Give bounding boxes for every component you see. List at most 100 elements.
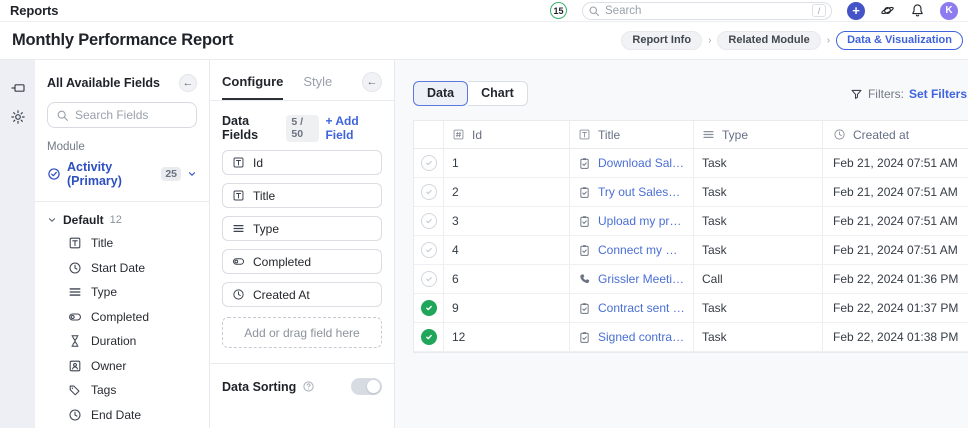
table-row[interactable]: 1 Download Salesmat... Task Feb 21, 2024… — [414, 149, 968, 178]
phone-icon — [578, 273, 591, 286]
cell-created-at: Feb 22, 2024 01:36 PM — [833, 272, 959, 286]
funnel-icon — [850, 88, 863, 101]
field-item-completed[interactable]: Completed — [47, 305, 197, 330]
breadcrumb-report-info[interactable]: Report Info — [621, 31, 703, 50]
data-field-chip-created-at[interactable]: Created At — [222, 282, 382, 307]
record-link[interactable]: Grissler Meeting — [598, 272, 685, 286]
global-search-input[interactable] — [605, 4, 807, 17]
data-table: Id Title Type Created at 1 Download Sale… — [413, 120, 968, 353]
data-field-chip-type[interactable]: Type — [222, 216, 382, 241]
field-group-default[interactable]: Default 12 — [47, 213, 197, 227]
record-link[interactable]: Try out Salesmate C... — [598, 185, 685, 199]
field-item-duration[interactable]: Duration — [47, 329, 197, 354]
table-row[interactable]: 9 Contract sent via e... Task Feb 22, 20… — [414, 294, 968, 323]
completed-check-icon[interactable] — [420, 184, 437, 200]
fields-search-input[interactable] — [75, 108, 188, 122]
clock-icon — [232, 288, 245, 301]
toggle-field-icon — [232, 255, 245, 268]
cell-created-at: Feb 22, 2024 01:37 PM — [833, 301, 959, 315]
fields-panel-title: All Available Fields — [47, 76, 161, 90]
panel-toggle-icon[interactable] — [8, 78, 28, 98]
tab-data[interactable]: Data — [413, 81, 469, 106]
cell-created-at: Feb 22, 2024 01:38 PM — [833, 330, 959, 344]
column-header[interactable]: Created at — [853, 128, 909, 142]
record-link[interactable]: Upload my profile pi... — [598, 214, 685, 228]
add-field-button[interactable]: + Add Field — [325, 114, 382, 142]
cell-type: Task — [694, 294, 823, 322]
chip-label: Type — [253, 221, 280, 236]
page-title: Monthly Performance Report — [12, 31, 234, 49]
data-sorting-label: Data Sorting — [222, 379, 297, 394]
search-icon — [588, 5, 600, 17]
global-search[interactable]: / — [582, 1, 832, 20]
table-row[interactable]: 2 Try out Salesmate C... Task Feb 21, 20… — [414, 178, 968, 207]
table-header: Id Title Type Created at — [414, 121, 968, 149]
record-link[interactable]: Signed contract due... — [598, 330, 685, 344]
collapse-configure-button[interactable]: ← — [362, 72, 382, 92]
table-row[interactable]: 6 Grissler Meeting Call Feb 22, 2024 01:… — [414, 265, 968, 294]
view-tabs: Data Chart — [413, 81, 528, 106]
list-icon — [68, 285, 82, 299]
field-item-tags[interactable]: Tags — [47, 378, 197, 403]
fields-search[interactable] — [47, 102, 197, 128]
task-icon — [578, 244, 591, 257]
field-item-end-date[interactable]: End Date — [47, 403, 197, 428]
data-field-chip-completed[interactable]: Completed — [222, 249, 382, 274]
completed-check-icon[interactable] — [420, 155, 437, 171]
completed-check-icon[interactable] — [420, 242, 437, 258]
completed-check-icon[interactable] — [420, 329, 437, 345]
breadcrumb-data-visualization[interactable]: Data & Visualization — [836, 31, 963, 50]
data-field-chip-id[interactable]: Id — [222, 150, 382, 175]
field-item-start-date[interactable]: Start Date — [47, 256, 197, 281]
collapse-panel-button[interactable]: ← — [179, 74, 197, 92]
field-label: Owner — [91, 358, 127, 373]
back-arrow-icon: ← — [182, 76, 194, 89]
cell-id: 2 — [444, 178, 570, 206]
field-item-title[interactable]: Title — [47, 231, 197, 256]
field-drop-zone[interactable]: Add or drag field here — [222, 317, 382, 348]
notification-count-badge[interactable]: 15 — [550, 2, 567, 19]
table-row[interactable]: 3 Upload my profile pi... Task Feb 21, 2… — [414, 207, 968, 236]
record-link[interactable]: Download Salesmat... — [598, 156, 685, 170]
report-title-bar: Monthly Performance Report Report Info ›… — [0, 22, 968, 60]
cell-type: Task — [694, 323, 823, 351]
data-sorting-toggle[interactable] — [351, 378, 382, 395]
field-label: Title — [91, 236, 114, 251]
completed-check-icon[interactable] — [420, 213, 437, 229]
column-header[interactable]: Type — [722, 128, 748, 142]
set-filters-link[interactable]: Set Filters — [909, 87, 967, 101]
hourglass-icon — [68, 334, 82, 348]
column-header[interactable]: Id — [472, 128, 482, 142]
completed-check-icon[interactable] — [420, 300, 437, 316]
tag-icon — [68, 383, 82, 397]
table-row[interactable]: 12 Signed contract due... Task Feb 22, 2… — [414, 323, 968, 352]
module-selector[interactable]: Activity (Primary) 25 — [47, 160, 197, 188]
field-item-owner[interactable]: Owner — [47, 354, 197, 379]
bell-icon[interactable] — [910, 3, 925, 18]
field-label: Duration — [91, 334, 137, 349]
quick-add-button[interactable]: + — [847, 1, 865, 20]
breadcrumb-related-module[interactable]: Related Module — [717, 31, 821, 50]
tab-configure[interactable]: Configure — [222, 74, 284, 100]
user-avatar[interactable]: K — [940, 1, 958, 20]
record-link[interactable]: Connect my Google ... — [598, 243, 685, 257]
column-header[interactable]: Title — [598, 128, 620, 142]
record-link[interactable]: Contract sent via e... — [598, 301, 685, 315]
gear-icon[interactable] — [8, 107, 28, 127]
filters-bar: Filters: Set Filters — [850, 87, 967, 101]
tab-chart[interactable]: Chart — [468, 81, 528, 106]
back-arrow-icon: ← — [366, 75, 378, 88]
cell-type: Call — [694, 265, 823, 293]
cell-created-at: Feb 21, 2024 07:51 AM — [833, 243, 958, 257]
chevron-right-icon: › — [708, 35, 712, 46]
field-item-type[interactable]: Type — [47, 280, 197, 305]
data-field-chip-title[interactable]: Title — [222, 183, 382, 208]
left-icon-rail — [0, 60, 35, 428]
rocket-icon[interactable] — [880, 3, 895, 18]
tab-style[interactable]: Style — [303, 74, 332, 98]
table-row[interactable]: 4 Connect my Google ... Task Feb 21, 202… — [414, 236, 968, 265]
completed-check-icon[interactable] — [420, 271, 437, 287]
help-icon[interactable] — [302, 380, 315, 393]
hash-icon — [452, 128, 465, 141]
field-label: Start Date — [91, 260, 146, 275]
